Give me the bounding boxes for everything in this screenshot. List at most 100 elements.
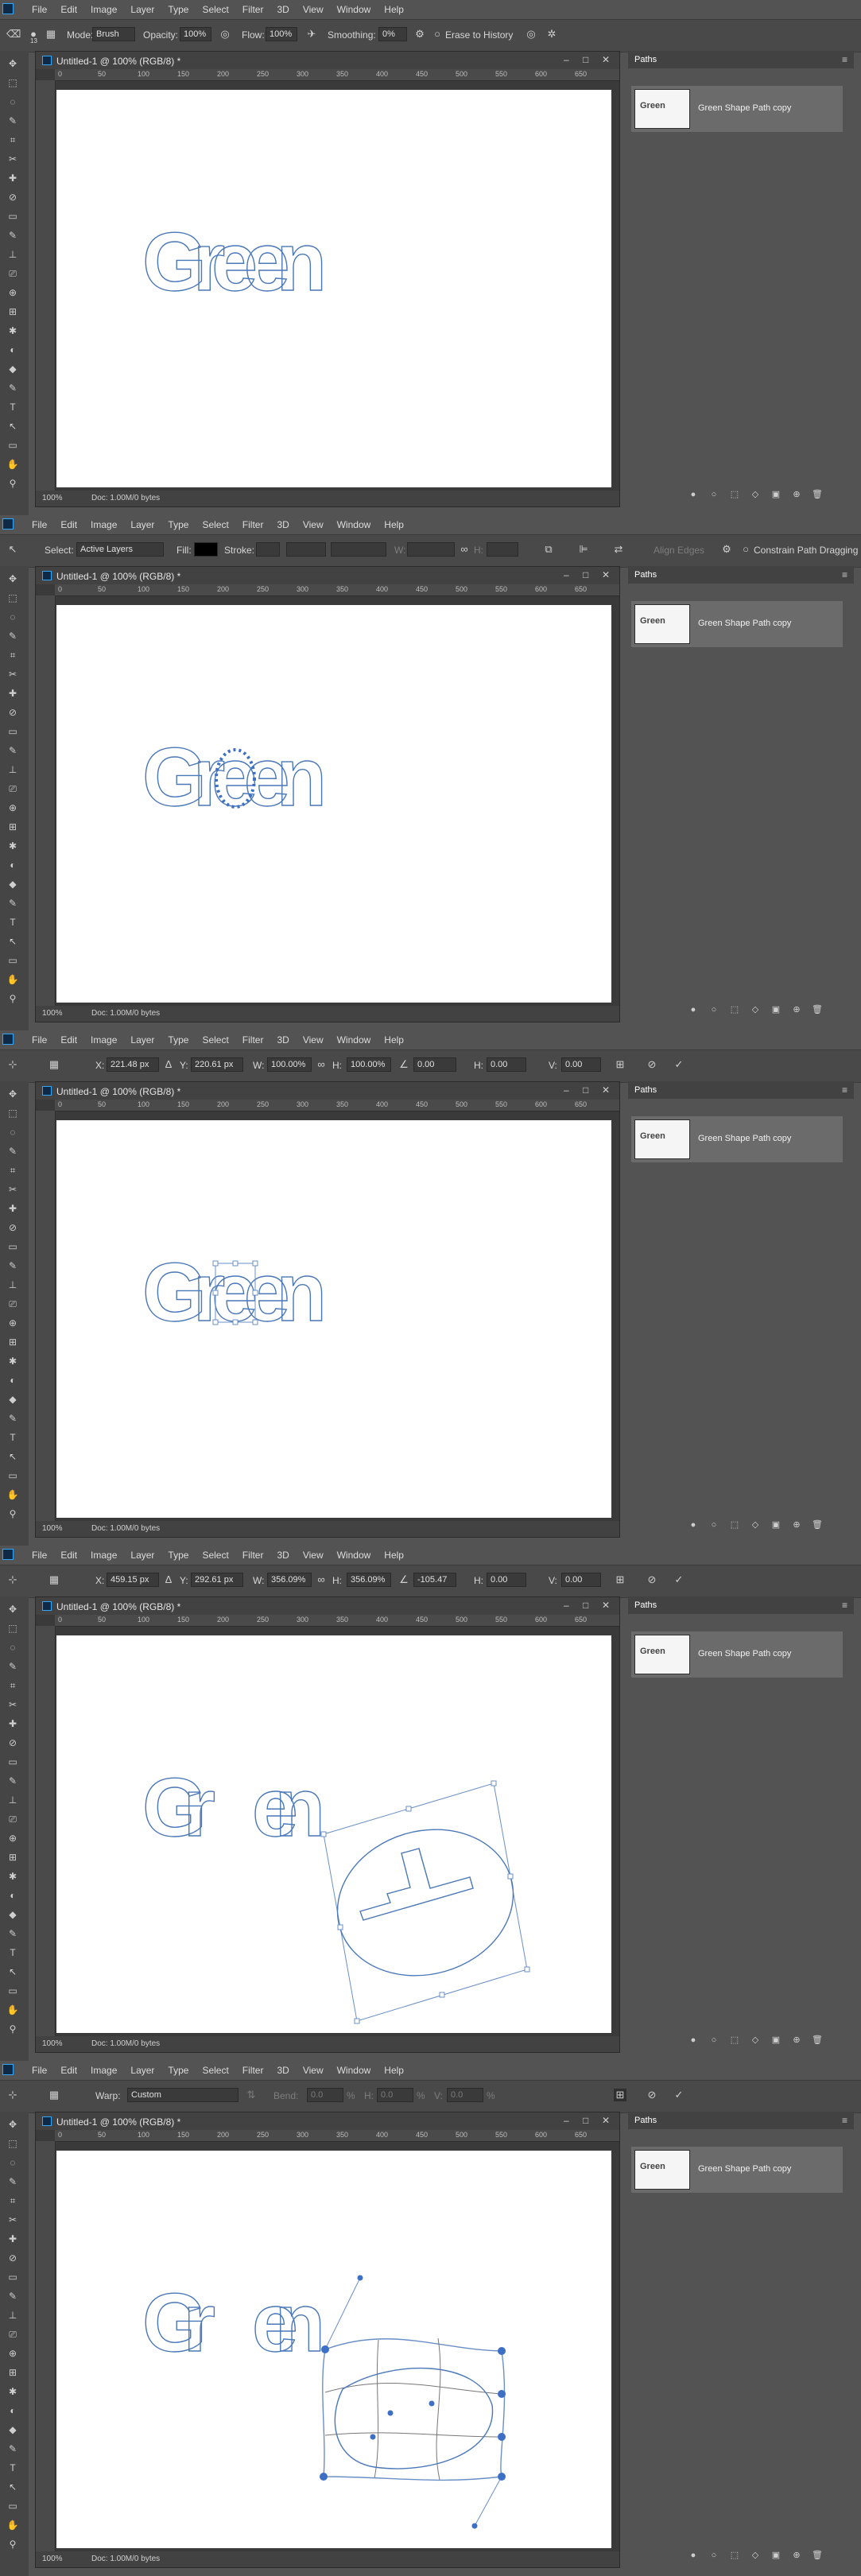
transform-tool-icon[interactable]: ⊹ <box>6 1058 19 1071</box>
hskew-input[interactable]: 0.00 <box>487 1573 526 1587</box>
brush-tool-icon[interactable]: ▭ <box>6 725 19 738</box>
marquee-tool-icon[interactable]: ⬚ <box>6 1107 19 1119</box>
menu-item-help[interactable]: Help <box>384 1550 404 1561</box>
add-mask-icon[interactable]: ▣ <box>770 2034 782 2046</box>
eraser-icon[interactable]: ⎚ <box>6 2328 19 2341</box>
path-select-icon[interactable]: ✎ <box>6 382 19 394</box>
shape-tool-icon[interactable]: ▭ <box>6 954 19 967</box>
make-work-path-icon[interactable]: ◇ <box>749 1519 762 1531</box>
type-tool-icon[interactable]: ◆ <box>6 2423 19 2436</box>
history-brush-icon[interactable]: ⊥ <box>6 1794 19 1806</box>
zoom-tool-icon[interactable]: ⚲ <box>6 2538 19 2551</box>
quick-select-icon[interactable]: ✎ <box>6 2175 19 2188</box>
healing-icon[interactable]: ⊘ <box>6 1221 19 1234</box>
lasso-tool-icon[interactable]: ◌ <box>6 95 19 108</box>
menu-item-view[interactable]: View <box>303 1034 324 1046</box>
paths-panel-tab[interactable]: Paths <box>634 1085 657 1095</box>
menu-item-edit[interactable]: Edit <box>60 519 77 530</box>
lasso-tool-icon[interactable]: ◌ <box>6 1126 19 1139</box>
minimize-icon[interactable]: – <box>564 1600 569 1611</box>
quick-select-icon[interactable]: ✎ <box>6 630 19 642</box>
smoothing-input[interactable]: 0% <box>378 27 407 41</box>
hand-tool-icon[interactable]: ✋ <box>6 1488 19 1501</box>
canvas[interactable]: Green <box>56 1120 611 1518</box>
load-selection-icon[interactable]: ⬚ <box>728 1519 741 1531</box>
menu-item-type[interactable]: Type <box>168 4 188 15</box>
path-item[interactable]: Green Green Shape Path copy <box>631 2147 843 2193</box>
quick-select-icon[interactable]: ✎ <box>6 1660 19 1673</box>
stroke-path-icon[interactable]: ○ <box>708 1519 720 1531</box>
menu-item-3d[interactable]: 3D <box>277 4 289 15</box>
cancel-icon[interactable]: ⊘ <box>646 1058 658 1071</box>
warp-mode-icon[interactable]: ⊞ <box>614 1058 626 1071</box>
direct-select-icon[interactable]: ↖ <box>6 1450 19 1463</box>
cancel-icon[interactable]: ⊘ <box>646 1573 658 1586</box>
make-work-path-icon[interactable]: ◇ <box>749 488 762 501</box>
doc-size-info[interactable]: Doc: 1.00M/0 bytes <box>91 494 160 502</box>
fill-path-icon[interactable]: ● <box>687 2549 700 2562</box>
history-brush-icon[interactable]: ⊥ <box>6 763 19 776</box>
lasso-tool-icon[interactable]: ◌ <box>6 611 19 623</box>
path-operations-icon[interactable]: ⧉ <box>542 543 555 556</box>
brush-panel-icon[interactable]: ▦ <box>45 28 57 41</box>
eyedropper-icon[interactable]: ✚ <box>6 172 19 184</box>
canvas[interactable]: Green <box>56 90 611 487</box>
h-input[interactable]: 100.00% <box>347 1057 391 1072</box>
history-brush-icon[interactable]: ⊥ <box>6 1278 19 1291</box>
path-select-icon[interactable]: ✎ <box>6 897 19 910</box>
menu-item-view[interactable]: View <box>303 4 324 15</box>
maximize-icon[interactable]: □ <box>583 2115 588 2126</box>
move-tool-icon[interactable]: ✥ <box>6 1088 19 1100</box>
panel-menu-icon[interactable]: ≡ <box>842 54 847 65</box>
stroke-path-icon[interactable]: ○ <box>708 2549 720 2562</box>
minimize-icon[interactable]: – <box>564 569 569 580</box>
mode-select[interactable]: Brush <box>92 27 135 41</box>
close-icon[interactable]: ✕ <box>602 2115 610 2126</box>
opacity-input[interactable]: 100% <box>180 27 211 41</box>
menu-item-3d[interactable]: 3D <box>277 1034 289 1046</box>
menu-item-help[interactable]: Help <box>384 2065 404 2076</box>
menu-item-3d[interactable]: 3D <box>277 519 289 530</box>
panel-menu-icon[interactable]: ≡ <box>842 1600 847 1611</box>
healing-icon[interactable]: ⊘ <box>6 191 19 204</box>
document-title[interactable]: Untitled-1 @ 100% (RGB/8) * <box>56 2116 180 2128</box>
menu-item-filter[interactable]: Filter <box>242 4 264 15</box>
menu-item-file[interactable]: File <box>32 519 47 530</box>
menu-item-filter[interactable]: Filter <box>242 1034 264 1046</box>
fill-swatch[interactable] <box>194 542 218 557</box>
brush-tool-icon[interactable]: ▭ <box>6 1240 19 1253</box>
minimize-icon[interactable]: – <box>564 54 569 65</box>
make-work-path-icon[interactable]: ◇ <box>749 2549 762 2562</box>
marquee-tool-icon[interactable]: ⬚ <box>6 2137 19 2150</box>
menu-item-edit[interactable]: Edit <box>60 4 77 15</box>
pen-tool-icon[interactable]: ◐ <box>6 1889 19 1902</box>
load-selection-icon[interactable]: ⬚ <box>728 2034 741 2046</box>
pen-tool-icon[interactable]: ◐ <box>6 2404 19 2417</box>
load-selection-icon[interactable]: ⬚ <box>728 2549 741 2562</box>
brush-tool-icon[interactable]: ▭ <box>6 2271 19 2283</box>
paths-panel-tab[interactable]: Paths <box>634 55 657 64</box>
zoom-level[interactable]: 100% <box>42 1009 63 1018</box>
hand-tool-icon[interactable]: ✋ <box>6 973 19 986</box>
menu-item-view[interactable]: View <box>303 519 324 530</box>
new-path-icon[interactable]: ⊕ <box>790 2034 803 2046</box>
path-name-label[interactable]: Green Shape Path copy <box>698 619 791 628</box>
add-mask-icon[interactable]: ▣ <box>770 1003 782 1016</box>
shape-tool-icon[interactable]: ▭ <box>6 2500 19 2512</box>
stamp-icon[interactable]: ✎ <box>6 1775 19 1787</box>
menu-item-select[interactable]: Select <box>202 519 228 530</box>
hand-tool-icon[interactable]: ✋ <box>6 458 19 471</box>
menu-item-type[interactable]: Type <box>168 1550 188 1561</box>
load-selection-icon[interactable]: ⬚ <box>728 488 741 501</box>
path-name-label[interactable]: Green Shape Path copy <box>698 1649 791 1658</box>
close-icon[interactable]: ✕ <box>602 1084 610 1096</box>
move-tool-icon[interactable]: ✥ <box>6 2118 19 2131</box>
vskew-input[interactable]: 0.00 <box>561 1573 601 1587</box>
close-icon[interactable]: ✕ <box>602 569 610 580</box>
slice-icon[interactable]: ✂ <box>6 1698 19 1711</box>
pressure-size-icon[interactable]: ◎ <box>525 28 537 41</box>
type-tool-icon[interactable]: ◆ <box>6 1908 19 1921</box>
doc-size-info[interactable]: Doc: 1.00M/0 bytes <box>91 2039 160 2048</box>
transform-tool-icon[interactable]: ⊹ <box>6 2089 19 2101</box>
link-icon[interactable]: ∞ <box>315 1058 328 1071</box>
